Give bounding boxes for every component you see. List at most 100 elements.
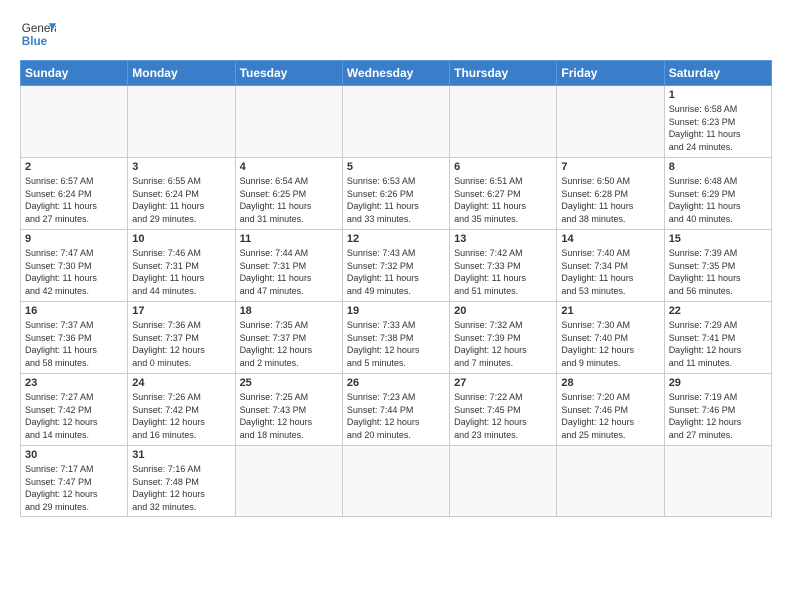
weekday-header-monday: Monday [128,61,235,86]
calendar-cell: 7Sunrise: 6:50 AM Sunset: 6:28 PM Daylig… [557,158,664,230]
calendar-cell: 2 Sunrise: 6:57 AM Sunset: 6:24 PM Daylig… [21,158,128,230]
day-info: Sunrise: 7:44 AM Sunset: 7:31 PM Dayligh… [240,247,338,297]
day-info: Sunrise: 7:19 AM Sunset: 7:46 PM Dayligh… [669,391,767,441]
day-number: 12 [347,233,445,245]
calendar-cell: 14 Sunrise: 7:40 AM Sunset: 7:34 PM Dayli… [557,230,664,302]
calendar-cell: 21Sunrise: 7:30 AM Sunset: 7:40 PM Dayli… [557,302,664,374]
calendar-cell: 17Sunrise: 7:36 AM Sunset: 7:37 PM Dayli… [128,302,235,374]
calendar-cell: 19Sunrise: 7:33 AM Sunset: 7:38 PM Dayli… [342,302,449,374]
calendar-cell: 27 Sunrise: 7:22 AM Sunset: 7:45 PM Dayli… [450,374,557,446]
day-info: Sunrise: 7:39 AM Sunset: 7:35 PM Dayligh… [669,247,767,297]
day-number: 21 [561,305,659,317]
calendar-cell: 12 Sunrise: 7:43 AM Sunset: 7:32 PM Dayli… [342,230,449,302]
day-info: Sunrise: 7:35 AM Sunset: 7:37 PM Dayligh… [240,319,338,369]
day-number: 1 [669,89,767,101]
day-number: 30 [25,449,123,461]
calendar-cell [557,446,664,517]
day-info: Sunrise: 6:53 AM Sunset: 6:26 PM Dayligh… [347,175,445,225]
day-info: Sunrise: 7:25 AM Sunset: 7:43 PM Dayligh… [240,391,338,441]
day-number: 29 [669,377,767,389]
day-info: Sunrise: 7:26 AM Sunset: 7:42 PM Dayligh… [132,391,230,441]
day-info: Sunrise: 7:17 AM Sunset: 7:47 PM Dayligh… [25,463,123,513]
calendar-cell: 29 Sunrise: 7:19 AM Sunset: 7:46 PM Dayli… [664,374,771,446]
calendar-cell: 1 Sunrise: 6:58 AM Sunset: 6:23 PM Daylig… [664,86,771,158]
day-info: Sunrise: 6:57 AM Sunset: 6:24 PM Dayligh… [25,175,123,225]
calendar-cell: 22 Sunrise: 7:29 AM Sunset: 7:41 PM Dayli… [664,302,771,374]
calendar-cell [128,86,235,158]
day-number: 8 [669,161,767,173]
day-number: 13 [454,233,552,245]
day-info: Sunrise: 7:40 AM Sunset: 7:34 PM Dayligh… [561,247,659,297]
calendar-cell: 18 Sunrise: 7:35 AM Sunset: 7:37 PM Dayli… [235,302,342,374]
calendar-week-row: 2 Sunrise: 6:57 AM Sunset: 6:24 PM Daylig… [21,158,772,230]
calendar-cell [664,446,771,517]
header: General Blue [20,16,772,52]
calendar-cell [557,86,664,158]
calendar-cell [342,446,449,517]
calendar-table: SundayMondayTuesdayWednesdayThursdayFrid… [20,60,772,517]
calendar-cell: 8Sunrise: 6:48 AM Sunset: 6:29 PM Daylig… [664,158,771,230]
calendar-week-row: 23Sunrise: 7:27 AM Sunset: 7:42 PM Dayli… [21,374,772,446]
calendar-week-row: 1 Sunrise: 6:58 AM Sunset: 6:23 PM Daylig… [21,86,772,158]
calendar-cell [450,86,557,158]
day-number: 3 [132,161,230,173]
calendar-cell [235,86,342,158]
day-number: 22 [669,305,767,317]
calendar-cell: 5Sunrise: 6:53 AM Sunset: 6:26 PM Daylig… [342,158,449,230]
day-info: Sunrise: 7:37 AM Sunset: 7:36 PM Dayligh… [25,319,123,369]
day-number: 25 [240,377,338,389]
day-info: Sunrise: 7:43 AM Sunset: 7:32 PM Dayligh… [347,247,445,297]
day-number: 2 [25,161,123,173]
day-info: Sunrise: 7:20 AM Sunset: 7:46 PM Dayligh… [561,391,659,441]
calendar-cell: 23Sunrise: 7:27 AM Sunset: 7:42 PM Dayli… [21,374,128,446]
day-number: 10 [132,233,230,245]
weekday-header-sunday: Sunday [21,61,128,86]
day-info: Sunrise: 7:46 AM Sunset: 7:31 PM Dayligh… [132,247,230,297]
calendar-week-row: 16 Sunrise: 7:37 AM Sunset: 7:36 PM Dayli… [21,302,772,374]
calendar-cell: 15Sunrise: 7:39 AM Sunset: 7:35 PM Dayli… [664,230,771,302]
calendar-cell: 30 Sunrise: 7:17 AM Sunset: 7:47 PM Dayli… [21,446,128,517]
day-info: Sunrise: 7:23 AM Sunset: 7:44 PM Dayligh… [347,391,445,441]
calendar-cell: 6Sunrise: 6:51 AM Sunset: 6:27 PM Daylig… [450,158,557,230]
calendar-cell: 26 Sunrise: 7:23 AM Sunset: 7:44 PM Dayli… [342,374,449,446]
day-number: 26 [347,377,445,389]
day-number: 4 [240,161,338,173]
day-info: Sunrise: 6:58 AM Sunset: 6:23 PM Dayligh… [669,103,767,153]
calendar-cell: 13Sunrise: 7:42 AM Sunset: 7:33 PM Dayli… [450,230,557,302]
day-info: Sunrise: 7:32 AM Sunset: 7:39 PM Dayligh… [454,319,552,369]
generalblue-logo-icon: General Blue [20,16,56,52]
weekday-header-friday: Friday [557,61,664,86]
calendar-cell: 16 Sunrise: 7:37 AM Sunset: 7:36 PM Dayli… [21,302,128,374]
calendar-cell: 20 Sunrise: 7:32 AM Sunset: 7:39 PM Dayli… [450,302,557,374]
day-info: Sunrise: 7:33 AM Sunset: 7:38 PM Dayligh… [347,319,445,369]
calendar-cell: 11Sunrise: 7:44 AM Sunset: 7:31 PM Dayli… [235,230,342,302]
calendar-week-row: 30 Sunrise: 7:17 AM Sunset: 7:47 PM Dayli… [21,446,772,517]
calendar-cell: 31Sunrise: 7:16 AM Sunset: 7:48 PM Dayli… [128,446,235,517]
weekday-header-row: SundayMondayTuesdayWednesdayThursdayFrid… [21,61,772,86]
calendar-cell: 9Sunrise: 7:47 AM Sunset: 7:30 PM Daylig… [21,230,128,302]
day-number: 28 [561,377,659,389]
day-number: 9 [25,233,123,245]
day-info: Sunrise: 6:51 AM Sunset: 6:27 PM Dayligh… [454,175,552,225]
day-number: 24 [132,377,230,389]
day-number: 14 [561,233,659,245]
day-info: Sunrise: 7:22 AM Sunset: 7:45 PM Dayligh… [454,391,552,441]
day-info: Sunrise: 7:29 AM Sunset: 7:41 PM Dayligh… [669,319,767,369]
logo: General Blue [20,16,56,52]
day-info: Sunrise: 6:54 AM Sunset: 6:25 PM Dayligh… [240,175,338,225]
day-number: 16 [25,305,123,317]
day-number: 20 [454,305,552,317]
day-number: 7 [561,161,659,173]
weekday-header-saturday: Saturday [664,61,771,86]
calendar-cell: 3Sunrise: 6:55 AM Sunset: 6:24 PM Daylig… [128,158,235,230]
day-number: 27 [454,377,552,389]
calendar-cell [342,86,449,158]
day-number: 31 [132,449,230,461]
calendar-cell [450,446,557,517]
calendar-cell [235,446,342,517]
svg-text:Blue: Blue [22,35,48,48]
day-number: 18 [240,305,338,317]
calendar-cell: 24 Sunrise: 7:26 AM Sunset: 7:42 PM Dayli… [128,374,235,446]
weekday-header-tuesday: Tuesday [235,61,342,86]
calendar-cell: 4 Sunrise: 6:54 AM Sunset: 6:25 PM Daylig… [235,158,342,230]
